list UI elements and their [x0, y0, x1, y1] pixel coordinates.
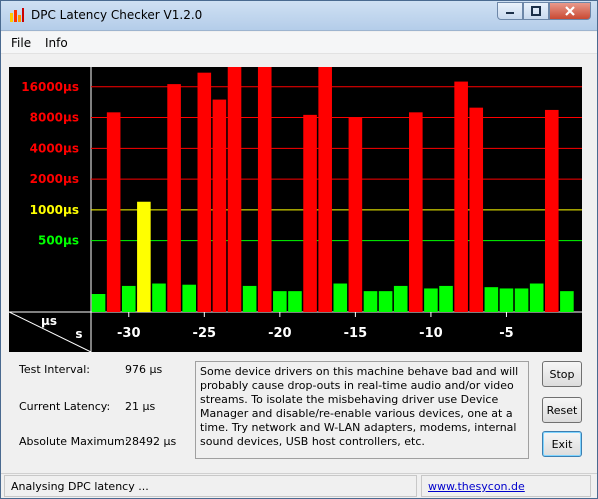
website-link[interactable]: www.thesycon.de: [428, 480, 525, 493]
maximize-button[interactable]: [523, 2, 549, 20]
x-tick-label: -5: [499, 326, 513, 341]
y-tick-label: 4000µs: [30, 141, 79, 155]
latency-bar: [424, 288, 438, 312]
stop-button[interactable]: Stop: [542, 361, 582, 387]
latency-bar: [348, 117, 363, 312]
latency-bar: [484, 287, 499, 312]
latency-bar: [121, 285, 136, 312]
menu-bar: File Info: [1, 32, 597, 54]
y-tick-label: 500µs: [38, 234, 79, 248]
latency-bar: [197, 72, 212, 312]
reset-button[interactable]: Reset: [542, 397, 582, 423]
latency-bar: [318, 67, 332, 312]
latency-bar: [257, 67, 272, 312]
y-unit-label: µs: [41, 314, 57, 328]
latency-bar: [439, 285, 453, 312]
current-latency-label: Current Latency:: [19, 400, 111, 413]
latency-bar: [288, 291, 302, 312]
status-bar: Analysing DPC latency ... www.thesycon.d…: [1, 473, 597, 498]
app-window: DPC Latency Checker V1.2.0 File Info 160…: [0, 0, 598, 499]
latency-bar: [409, 112, 423, 312]
menu-file[interactable]: File: [11, 36, 31, 50]
latency-bar: [273, 291, 287, 312]
latency-bar: [167, 84, 181, 313]
latency-bar: [152, 283, 166, 312]
latency-bar: [499, 288, 514, 312]
minimize-icon: [506, 12, 514, 14]
latency-bar: [544, 109, 559, 312]
latency-bar: [303, 114, 317, 312]
latency-bar: [529, 283, 544, 312]
latency-bar: [454, 81, 468, 313]
latency-bar: [560, 291, 574, 312]
y-tick-label: 16000µs: [21, 80, 79, 94]
x-tick-label: -25: [193, 326, 217, 341]
latency-bar: [333, 283, 348, 312]
test-interval-value: 976 µs: [125, 363, 163, 376]
status-link-panel: www.thesycon.de: [421, 475, 591, 497]
x-unit-label: s: [75, 327, 82, 341]
latency-bar: [106, 112, 121, 312]
latency-bar: [393, 285, 408, 312]
latency-bar: [182, 284, 196, 312]
latency-bar: [212, 99, 227, 313]
latency-bar: [91, 294, 106, 312]
close-button[interactable]: [549, 2, 591, 20]
latency-bar: [227, 67, 242, 312]
exit-button[interactable]: Exit: [542, 431, 582, 457]
test-interval-label: Test Interval:: [19, 363, 90, 376]
x-tick-label: -30: [117, 326, 141, 341]
y-tick-label: 2000µs: [30, 172, 79, 186]
close-icon: [565, 6, 575, 16]
window-title: DPC Latency Checker V1.2.0: [31, 8, 203, 22]
x-tick-label: -10: [419, 326, 443, 341]
y-tick-label: 1000µs: [30, 203, 79, 217]
minimize-button[interactable]: [497, 2, 523, 20]
app-icon: [10, 8, 24, 22]
y-tick-label: 8000µs: [30, 111, 79, 125]
latency-chart-svg: 16000µs 8000µs 4000µs 2000µs 1000µs 500µs µs s -…: [9, 67, 582, 352]
x-tick-label: -20: [268, 326, 292, 341]
status-text: Analysing DPC latency ...: [4, 475, 417, 497]
current-latency-value: 21 µs: [125, 400, 156, 413]
absolute-maximum-value: 28492 µs: [125, 435, 177, 448]
absolute-maximum-label: Absolute Maximum:: [19, 435, 129, 448]
latency-bar: [242, 285, 257, 312]
maximize-icon: [531, 6, 541, 16]
menu-info[interactable]: Info: [45, 36, 68, 50]
info-message: Some device drivers on this machine beha…: [195, 361, 529, 459]
latency-chart: 16000µs 8000µs 4000µs 2000µs 1000µs 500µs µs s -…: [9, 67, 582, 352]
x-tick-label: -15: [344, 326, 368, 341]
latency-bar: [514, 288, 529, 312]
latency-bar: [363, 291, 378, 312]
latency-bar: [378, 291, 393, 312]
latency-bar: [469, 107, 484, 312]
title-bar[interactable]: DPC Latency Checker V1.2.0: [1, 1, 597, 31]
latency-bar: [137, 201, 151, 312]
